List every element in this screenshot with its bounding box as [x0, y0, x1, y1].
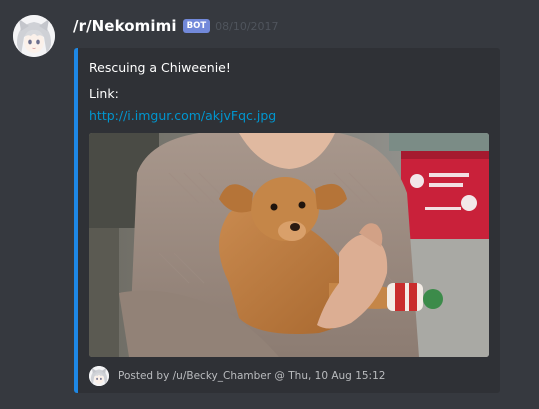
message-header: /r/Nekomimi BOT 08/10/2017 [73, 17, 279, 35]
author-name[interactable]: /r/Nekomimi [73, 17, 177, 35]
anime-avatar-icon [13, 15, 55, 57]
bot-badge: BOT [182, 19, 211, 33]
message-timestamp: 08/10/2017 [215, 19, 279, 33]
anime-avatar-icon [89, 366, 109, 386]
footer-avatar-icon [89, 366, 109, 386]
embed-title: Rescuing a Chiweenie! [89, 60, 231, 75]
embed-link-label: Link: [89, 86, 119, 101]
rich-embed: Rescuing a Chiweenie! Link: http://i.img… [74, 48, 500, 393]
embed-image[interactable] [89, 133, 489, 357]
chat-message: /r/Nekomimi BOT 08/10/2017 Rescuing a Ch… [0, 0, 539, 409]
author-avatar[interactable] [13, 15, 55, 57]
embed-image-link[interactable]: http://i.imgur.com/akjvFqc.jpg [89, 108, 276, 123]
embed-footer-text: Posted by /u/Becky_Chamber @ Thu, 10 Aug… [118, 370, 386, 382]
embed-footer: Posted by /u/Becky_Chamber @ Thu, 10 Aug… [89, 366, 385, 386]
puppy-photo [89, 133, 489, 357]
